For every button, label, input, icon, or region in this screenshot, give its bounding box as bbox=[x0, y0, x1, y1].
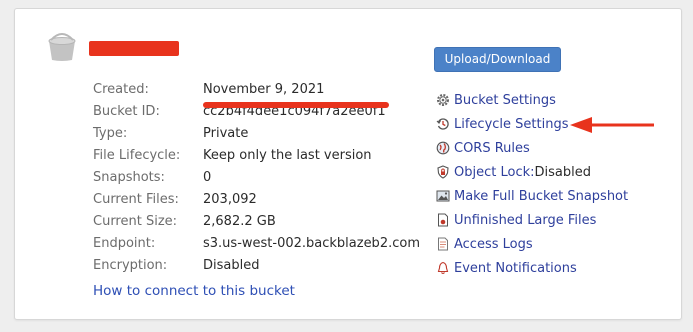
detail-row-current-files: Current Files: 203,092 bbox=[93, 188, 420, 210]
log-file-icon bbox=[436, 237, 450, 251]
snapshot-image-icon bbox=[436, 189, 450, 203]
detail-value: s3.us-west-002.backblazeb2.com bbox=[203, 235, 420, 251]
annotation-arrow-icon bbox=[570, 117, 654, 133]
gear-icon bbox=[436, 93, 450, 107]
action-label: CORS Rules bbox=[454, 140, 530, 156]
document-icon bbox=[436, 213, 450, 227]
detail-label: Current Size: bbox=[93, 213, 178, 229]
detail-row-type: Type: Private bbox=[93, 122, 420, 144]
detail-label: Endpoint: bbox=[93, 235, 156, 251]
detail-label: Current Files: bbox=[93, 191, 179, 207]
detail-value: 0 bbox=[203, 169, 212, 185]
action-label: Access Logs bbox=[454, 236, 533, 252]
bucket-icon bbox=[48, 33, 76, 61]
object-lock-status: Disabled bbox=[534, 164, 591, 180]
detail-value: 203,092 bbox=[203, 191, 257, 207]
detail-value: 2,682.2 GB bbox=[203, 213, 276, 229]
detail-row-created: Created: November 9, 2021 bbox=[93, 78, 420, 100]
lifecycle-clock-icon bbox=[436, 117, 450, 131]
action-label: Make Full Bucket Snapshot bbox=[454, 188, 629, 204]
unfinished-large-files-link[interactable]: Unfinished Large Files bbox=[436, 208, 628, 232]
detail-label: Encryption: bbox=[93, 257, 168, 273]
detail-value: November 9, 2021 bbox=[203, 81, 325, 97]
access-logs-link[interactable]: Access Logs bbox=[436, 232, 628, 256]
detail-value: Disabled bbox=[203, 257, 260, 273]
detail-row-endpoint: Endpoint: s3.us-west-002.backblazeb2.com bbox=[93, 232, 420, 254]
detail-label: Snapshots: bbox=[93, 169, 165, 185]
detail-label: File Lifecycle: bbox=[93, 147, 181, 163]
detail-label: Bucket ID: bbox=[93, 103, 160, 119]
connect-to-bucket-link[interactable]: How to connect to this bucket bbox=[93, 283, 295, 299]
lock-shield-icon bbox=[436, 165, 450, 179]
detail-value: Private bbox=[203, 125, 249, 141]
redaction-mark-name bbox=[89, 41, 179, 56]
object-lock-link[interactable]: Object Lock: Disabled bbox=[436, 160, 628, 184]
action-label: Unfinished Large Files bbox=[454, 212, 597, 228]
action-label: Object Lock: bbox=[454, 164, 535, 180]
event-notifications-link[interactable]: Event Notifications bbox=[436, 256, 628, 280]
globe-icon bbox=[436, 141, 450, 155]
detail-row-encryption: Encryption: Disabled bbox=[93, 254, 420, 276]
redaction-mark-bucket-id bbox=[203, 102, 389, 108]
action-label: Lifecycle Settings bbox=[454, 116, 569, 132]
detail-row-current-size: Current Size: 2,682.2 GB bbox=[93, 210, 420, 232]
action-label: Bucket Settings bbox=[454, 92, 556, 108]
detail-row-snapshots: Snapshots: 0 bbox=[93, 166, 420, 188]
cors-rules-link[interactable]: CORS Rules bbox=[436, 136, 628, 160]
upload-download-button[interactable]: Upload/Download bbox=[434, 47, 561, 72]
detail-value: Keep only the last version bbox=[203, 147, 372, 163]
action-label: Event Notifications bbox=[454, 260, 577, 276]
detail-label: Type: bbox=[93, 125, 128, 141]
detail-label: Created: bbox=[93, 81, 149, 97]
bell-icon bbox=[436, 261, 450, 275]
make-full-bucket-snapshot-link[interactable]: Make Full Bucket Snapshot bbox=[436, 184, 628, 208]
bucket-settings-link[interactable]: Bucket Settings bbox=[436, 88, 628, 112]
detail-row-file-lifecycle: File Lifecycle: Keep only the last versi… bbox=[93, 144, 420, 166]
